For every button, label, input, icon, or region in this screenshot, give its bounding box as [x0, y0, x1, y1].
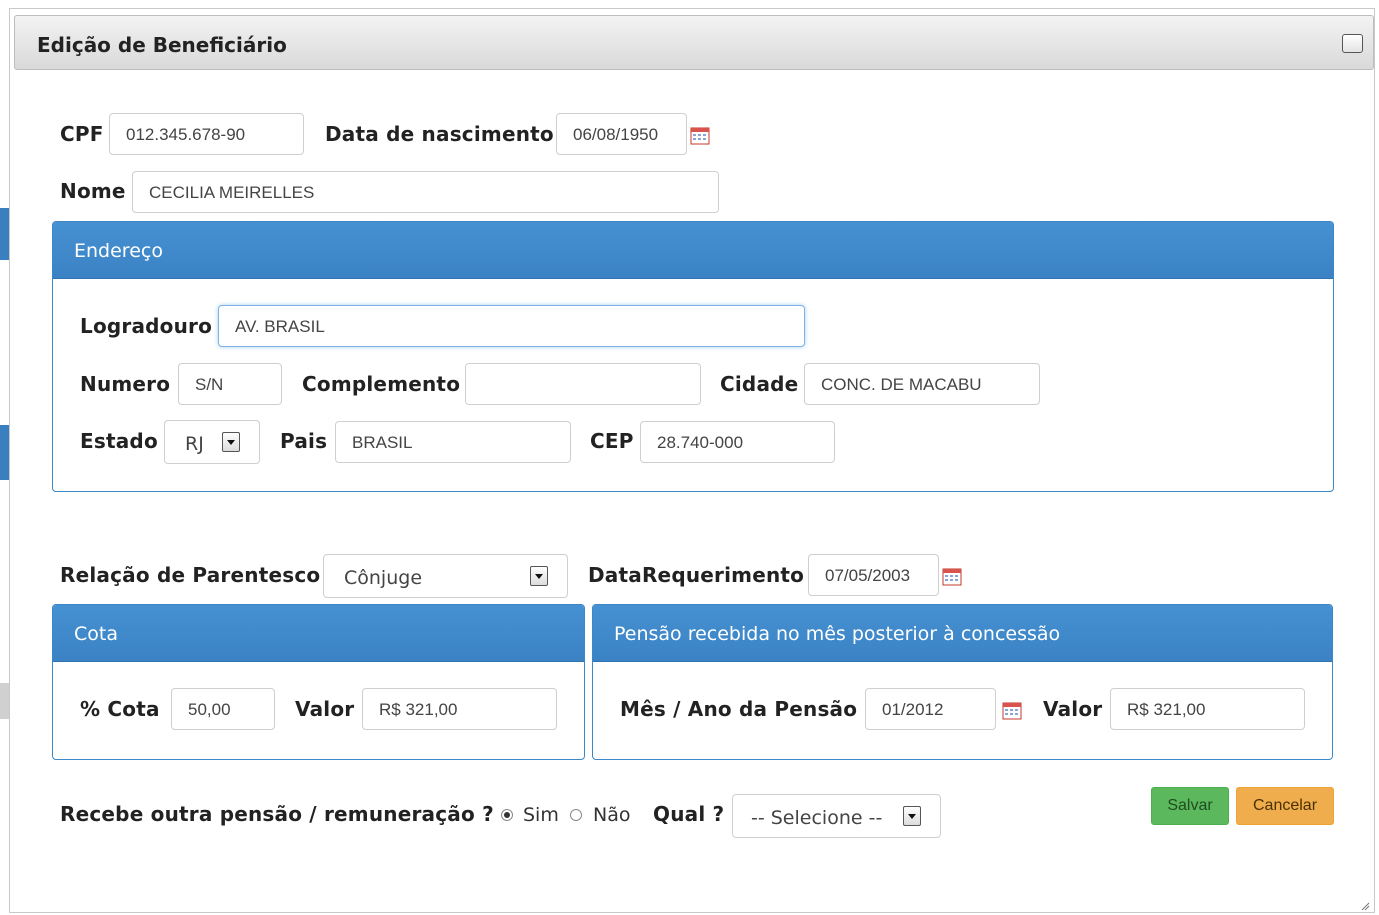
pension-panel: Pensão recebida no mês posterior à conce…	[592, 604, 1333, 760]
cancel-button[interactable]: Cancelar	[1236, 787, 1334, 825]
state-select[interactable]: RJ	[164, 420, 260, 464]
save-button[interactable]: Salvar	[1151, 787, 1229, 825]
relation-select[interactable]: Cônjuge	[323, 554, 568, 598]
calendar-icon[interactable]	[690, 126, 710, 145]
quota-value-input[interactable]: R$ 321,00	[362, 688, 557, 730]
name-input[interactable]: CECILIA MEIRELLES	[132, 171, 719, 213]
calendar-icon[interactable]	[1002, 701, 1022, 720]
which-select[interactable]: -- Selecione --	[732, 794, 941, 838]
backdrop-stripe	[0, 425, 9, 480]
address-panel-title: Endereço	[74, 240, 163, 262]
zip-input[interactable]: 28.740-000	[640, 421, 835, 463]
zip-label: CEP	[590, 429, 634, 453]
backdrop-stripe	[0, 208, 9, 260]
other-pension-label: Recebe outra pensão / remuneração ?	[60, 802, 494, 826]
complement-label: Complemento	[302, 372, 461, 396]
cpf-input[interactable]: 012.345.678-90	[109, 113, 304, 155]
calendar-icon[interactable]	[942, 567, 962, 586]
dialog-titlebar[interactable]: Edição de Beneficiário	[14, 15, 1374, 70]
quota-panel-header: Cota	[53, 605, 584, 662]
country-label: Pais	[280, 429, 328, 453]
chevron-down-icon[interactable]	[222, 432, 240, 452]
no-radio-label: Não	[593, 804, 631, 826]
quota-panel-title: Cota	[74, 623, 118, 645]
country-input[interactable]: BRASIL	[335, 421, 571, 463]
number-input[interactable]: S/N	[178, 363, 282, 405]
pension-panel-header: Pensão recebida no mês posterior à conce…	[593, 605, 1332, 662]
chevron-down-icon[interactable]	[530, 566, 548, 586]
chevron-down-icon[interactable]	[903, 806, 921, 826]
pension-month-input[interactable]: 01/2012	[865, 688, 996, 730]
resize-handle-icon[interactable]	[1360, 901, 1370, 911]
dialog-title: Edição de Beneficiário	[37, 33, 287, 57]
pension-panel-title: Pensão recebida no mês posterior à conce…	[614, 623, 1061, 645]
name-label: Nome	[60, 179, 126, 203]
which-select-value: -- Selecione --	[751, 807, 883, 829]
birth-date-input[interactable]: 06/08/1950	[556, 113, 687, 155]
quota-value-label: Valor	[295, 697, 355, 721]
quota-pct-label: % Cota	[80, 697, 160, 721]
city-input[interactable]: CONC. DE MACABU	[804, 363, 1040, 405]
request-date-input[interactable]: 07/05/2003	[808, 554, 939, 596]
pension-value-label: Valor	[1043, 697, 1103, 721]
birth-date-label: Data de nascimento	[325, 122, 554, 146]
yes-radio-label: Sim	[523, 804, 559, 826]
state-select-value: RJ	[185, 433, 204, 455]
yes-radio[interactable]	[501, 809, 513, 821]
quota-pct-input[interactable]: 50,00	[171, 688, 275, 730]
no-radio[interactable]	[570, 809, 582, 821]
complement-input[interactable]	[465, 363, 701, 405]
backdrop-stripe	[0, 683, 9, 719]
city-label: Cidade	[720, 372, 799, 396]
street-input[interactable]: AV. BRASIL	[218, 305, 805, 347]
relation-select-value: Cônjuge	[344, 567, 423, 589]
quota-panel: Cota	[52, 604, 585, 760]
which-label: Qual ?	[653, 802, 725, 826]
cpf-label: CPF	[60, 122, 104, 146]
pension-month-label: Mês / Ano da Pensão	[620, 697, 858, 721]
relation-label: Relação de Parentesco	[60, 563, 321, 587]
close-icon[interactable]	[1342, 34, 1363, 53]
state-label: Estado	[80, 429, 158, 453]
pension-value-input[interactable]: R$ 321,00	[1110, 688, 1305, 730]
street-label: Logradouro	[80, 314, 213, 338]
number-label: Numero	[80, 372, 171, 396]
request-date-label: DataRequerimento	[588, 563, 805, 587]
address-panel-header: Endereço	[53, 222, 1333, 279]
